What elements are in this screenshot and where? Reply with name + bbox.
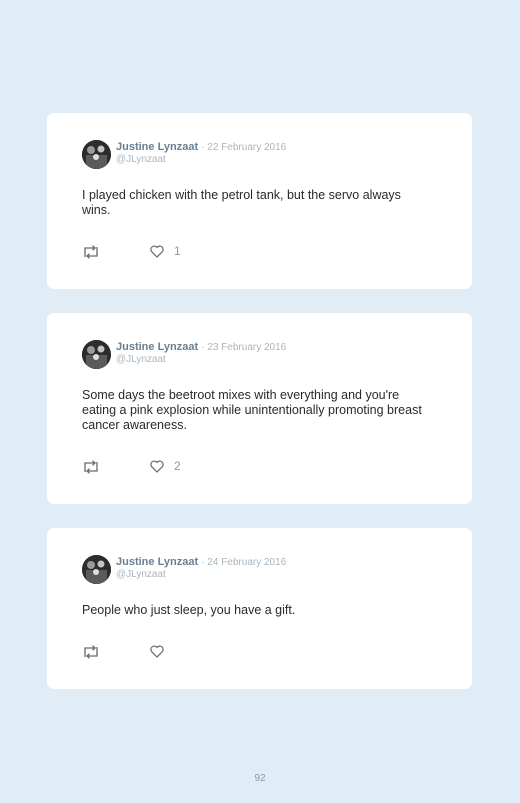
name-line: Justine Lynzaat · 24 February 2016	[116, 556, 286, 569]
retweet-icon[interactable]	[82, 245, 100, 264]
tweet-text: I played chicken with the petrol tank, b…	[82, 188, 401, 217]
avatar[interactable]	[82, 140, 111, 169]
name-line: Justine Lynzaat · 23 February 2016	[116, 341, 286, 354]
tweet-card: Justine Lynzaat · 22 February 2016 @JLyn…	[47, 113, 472, 289]
tweet-card: Justine Lynzaat · 24 February 2016 @JLyn…	[47, 528, 472, 689]
retweet-icon[interactable]	[82, 460, 100, 479]
tweet-date: · 22 February 2016	[201, 142, 287, 153]
page-number: 92	[254, 773, 266, 784]
tweet-actions: 2	[82, 459, 282, 475]
heart-icon[interactable]	[150, 460, 164, 478]
tweet-date: · 23 February 2016	[201, 342, 287, 353]
tweet-text: Some days the beetroot mixes with everyt…	[82, 388, 422, 432]
like-count: 1	[174, 244, 181, 258]
tweet-text: People who just sleep, you have a gift.	[82, 603, 296, 617]
author-handle[interactable]: @JLynzaat	[116, 354, 166, 366]
tweet-actions: 1	[82, 244, 282, 260]
tweet-card: Justine Lynzaat · 23 February 2016 @JLyn…	[47, 313, 472, 504]
like-count: 2	[174, 459, 181, 473]
avatar[interactable]	[82, 340, 111, 369]
tweet-date: · 24 February 2016	[201, 557, 287, 568]
author-name[interactable]: Justine Lynzaat	[116, 141, 198, 153]
author-handle[interactable]: @JLynzaat	[116, 569, 166, 581]
avatar[interactable]	[82, 555, 111, 584]
retweet-icon[interactable]	[82, 645, 100, 664]
name-line: Justine Lynzaat · 22 February 2016	[116, 141, 286, 154]
tweet-actions	[82, 644, 282, 660]
author-handle[interactable]: @JLynzaat	[116, 154, 166, 166]
heart-icon[interactable]	[150, 245, 164, 263]
heart-icon[interactable]	[150, 645, 164, 663]
author-name[interactable]: Justine Lynzaat	[116, 556, 198, 568]
author-name[interactable]: Justine Lynzaat	[116, 341, 198, 353]
